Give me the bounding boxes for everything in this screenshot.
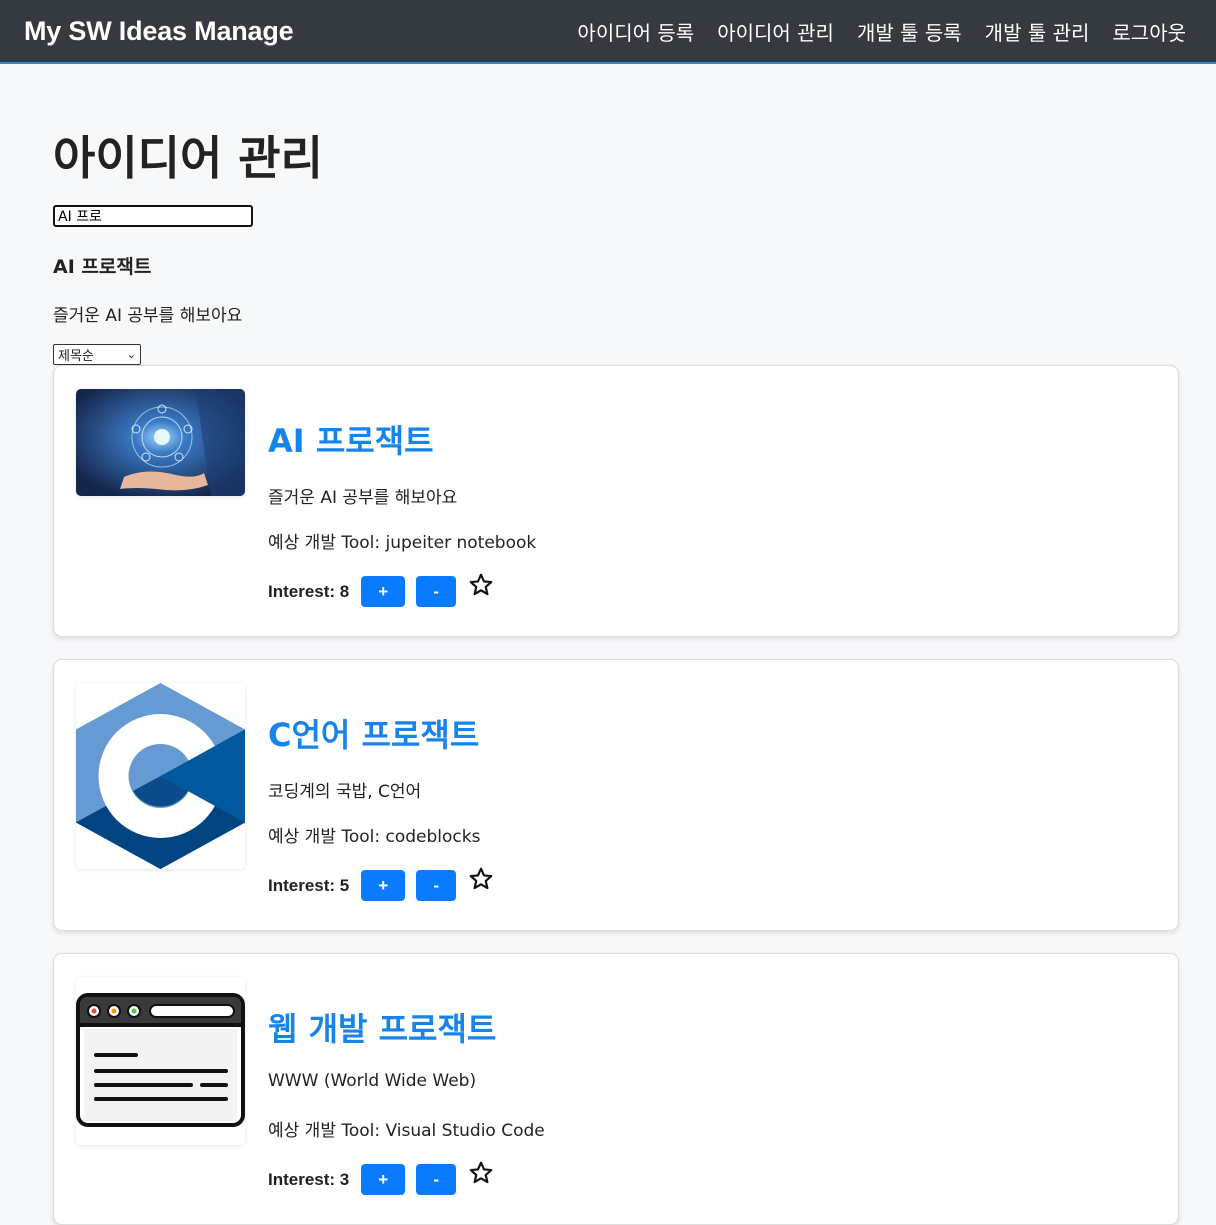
interest-row: Interest: 3 + -	[268, 1161, 494, 1195]
search-input[interactable]	[53, 205, 253, 227]
nav-register-tool[interactable]: 개발 툴 등록	[857, 17, 962, 46]
interest-plus-button[interactable]: +	[361, 576, 406, 607]
interest-minus-button[interactable]: -	[416, 576, 457, 607]
search-result-title: AI 프로잭트	[53, 256, 152, 278]
ai-hand-image	[76, 389, 245, 496]
top-navbar: My SW Ideas Manage 아이디어 등록 아이디어 관리 개발 툴 …	[0, 0, 1216, 64]
card-description: 코딩계의 국밥, C언어	[268, 782, 422, 802]
nav-manage-tool[interactable]: 개발 툴 관리	[985, 17, 1090, 46]
nav-logout[interactable]: 로그아웃	[1112, 17, 1186, 46]
chevron-down-icon: ⌄	[126, 348, 136, 361]
card-title-link[interactable]: C언어 프로잭트	[268, 710, 1148, 756]
interest-count: Interest: 3	[268, 1169, 350, 1189]
browser-window-icon	[76, 977, 245, 1145]
card-body: 웹 개발 프로잭트 WWW (World Wide Web) 예상 개발 Too…	[268, 1004, 1148, 1195]
interest-plus-button[interactable]: +	[361, 1164, 406, 1195]
star-icon[interactable]	[468, 866, 494, 892]
card-title-link[interactable]: 웹 개발 프로잭트	[268, 1004, 1148, 1050]
search-result-desc: 즐거운 AI 공부를 해보아요	[53, 306, 243, 326]
idea-card: 웹 개발 프로잭트 WWW (World Wide Web) 예상 개발 Too…	[53, 953, 1179, 1225]
card-tool: 예상 개발 Tool: Visual Studio Code	[268, 1121, 545, 1141]
card-body: C언어 프로잭트 코딩계의 국밥, C언어 예상 개발 Tool: codebl…	[268, 710, 1148, 901]
sort-select[interactable]: 제목순 ⌄	[53, 344, 141, 365]
interest-plus-button[interactable]: +	[361, 870, 406, 901]
interest-minus-button[interactable]: -	[416, 1164, 457, 1195]
card-body: AI 프로잭트 즐거운 AI 공부를 해보아요 예상 개발 Tool: jupe…	[268, 416, 1148, 607]
star-icon[interactable]	[468, 572, 494, 598]
interest-count: Interest: 8	[268, 581, 350, 601]
interest-minus-button[interactable]: -	[416, 870, 457, 901]
interest-count: Interest: 5	[268, 875, 350, 895]
interest-row: Interest: 5 + -	[268, 867, 494, 901]
star-icon[interactable]	[468, 1160, 494, 1186]
nav-manage-idea[interactable]: 아이디어 관리	[717, 17, 834, 46]
brand-title[interactable]: My SW Ideas Manage	[24, 16, 294, 47]
interest-row: Interest: 8 + -	[268, 573, 494, 607]
nav-register-idea[interactable]: 아이디어 등록	[577, 17, 694, 46]
nav-links: 아이디어 등록 아이디어 관리 개발 툴 등록 개발 툴 관리 로그아웃	[577, 17, 1192, 46]
card-tool: 예상 개발 Tool: codeblocks	[268, 827, 481, 847]
page-title: 아이디어 관리	[53, 131, 323, 185]
card-tool: 예상 개발 Tool: jupeiter notebook	[268, 533, 537, 553]
card-description: WWW (World Wide Web)	[268, 1071, 477, 1091]
card-title-link[interactable]: AI 프로잭트	[268, 416, 1148, 462]
idea-card: C언어 프로잭트 코딩계의 국밥, C언어 예상 개발 Tool: codebl…	[53, 659, 1179, 931]
sort-selected-value: 제목순	[58, 349, 94, 364]
c-language-logo	[76, 683, 245, 869]
card-description: 즐거운 AI 공부를 해보아요	[268, 488, 458, 508]
idea-card: AI 프로잭트 즐거운 AI 공부를 해보아요 예상 개발 Tool: jupe…	[53, 365, 1179, 637]
